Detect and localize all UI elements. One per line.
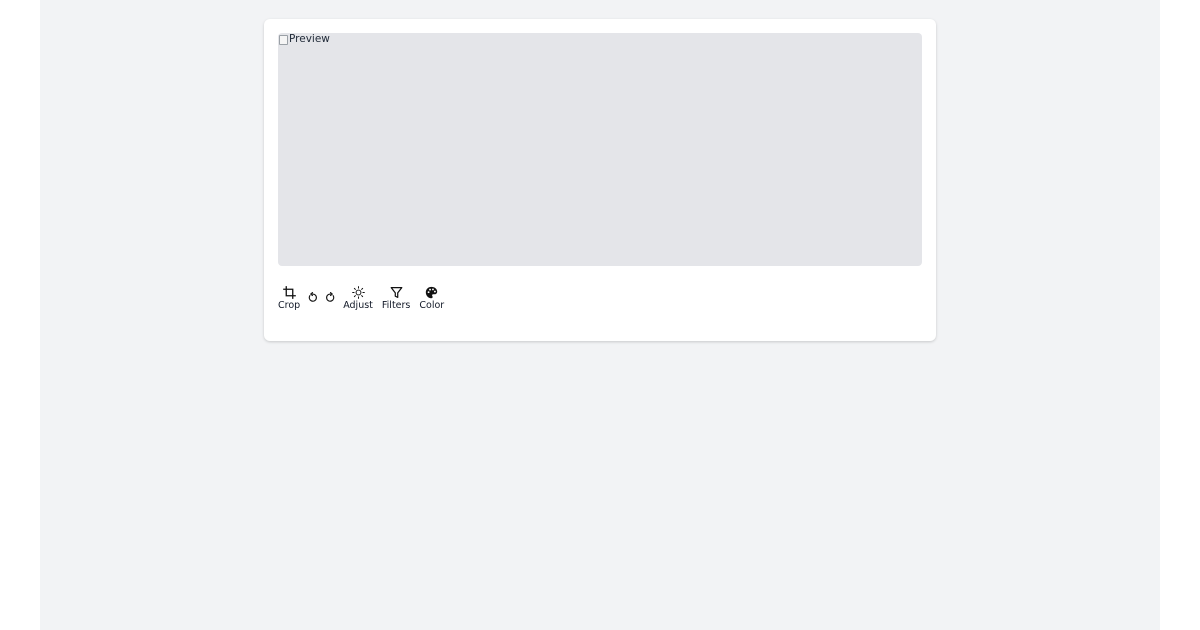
crop-button[interactable]: Crop (278, 285, 300, 311)
page-background: Preview Crop Adjust Filters Color (40, 0, 1160, 630)
broken-image-icon (278, 34, 288, 45)
rotate-left-icon (308, 292, 318, 302)
rotate-left-button[interactable] (307, 285, 318, 303)
palette-icon (426, 286, 438, 298)
color-label: Color (419, 300, 445, 311)
filters-button[interactable]: Filters (382, 285, 410, 311)
sun-icon (351, 285, 365, 299)
rotate-group (307, 285, 336, 303)
editor-toolbar: Crop Adjust Filters Color (278, 285, 444, 311)
adjust-label: Adjust (343, 300, 373, 311)
rotate-right-icon (326, 292, 335, 302)
image-preview: Preview (278, 33, 922, 266)
preview-alt-text: Preview (289, 33, 330, 45)
color-button[interactable]: Color (419, 285, 444, 311)
image-editor-card: Preview Crop Adjust Filters Color (264, 19, 936, 341)
preview-alt-text-container: Preview (278, 33, 330, 46)
crop-label: Crop (278, 300, 301, 311)
funnel-icon (390, 286, 403, 298)
crop-icon (282, 285, 296, 299)
adjust-button[interactable]: Adjust (343, 285, 373, 311)
filters-label: Filters (381, 300, 411, 311)
rotate-right-button[interactable] (325, 285, 336, 303)
